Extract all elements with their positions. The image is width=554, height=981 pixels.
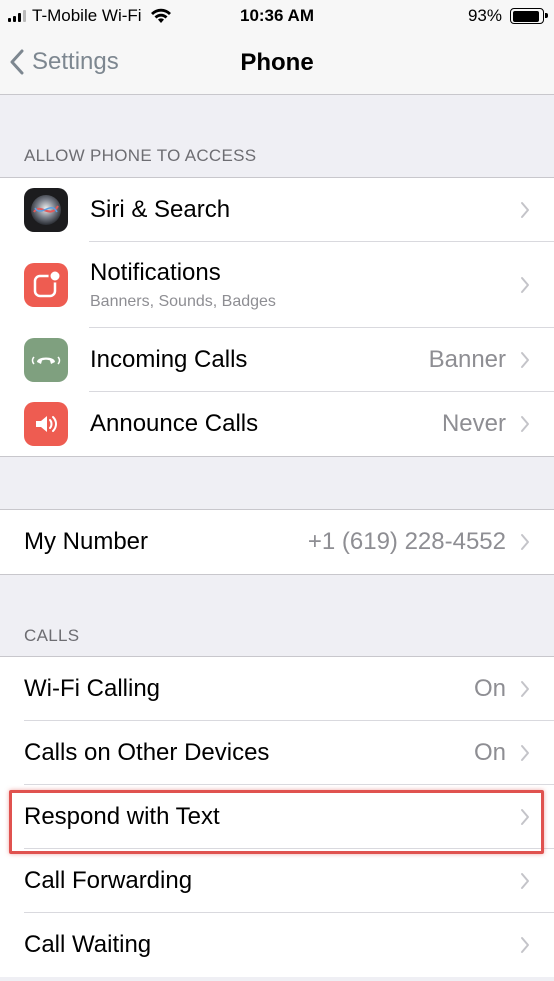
- row-announce-calls[interactable]: Announce Calls Never: [0, 392, 554, 456]
- row-label: Call Forwarding: [24, 867, 193, 894]
- chevron-right-icon: [520, 872, 530, 890]
- chevron-right-icon: [520, 533, 530, 551]
- highlight-box: [9, 790, 544, 854]
- row-calls-other-devices[interactable]: Calls on Other Devices On: [0, 721, 554, 785]
- access-group: Siri & Search Notifications Banners, Sou…: [0, 177, 554, 457]
- siri-icon: [24, 188, 68, 232]
- row-label: Incoming Calls: [90, 346, 248, 373]
- row-my-number[interactable]: My Number +1 (619) 228-4552: [0, 510, 554, 574]
- chevron-right-icon: [520, 201, 530, 219]
- row-subtitle: Banners, Sounds, Badges: [90, 293, 276, 310]
- phone-icon: [24, 338, 68, 382]
- row-notifications[interactable]: Notifications Banners, Sounds, Badges: [0, 242, 554, 328]
- notifications-icon: [24, 263, 68, 307]
- page-title: Phone: [240, 49, 314, 76]
- row-label: Notifications: [90, 259, 221, 286]
- row-call-waiting[interactable]: Call Waiting: [0, 913, 554, 977]
- row-value: +1 (619) 228-4552: [307, 528, 506, 555]
- row-label: Call Waiting: [24, 931, 152, 958]
- row-wifi-calling[interactable]: Wi-Fi Calling On: [0, 657, 554, 721]
- battery-percent: 93%: [467, 6, 502, 25]
- row-label: My Number: [24, 528, 149, 555]
- speaker-icon: [24, 402, 68, 446]
- my-number-group: My Number +1 (619) 228-4552: [0, 509, 554, 575]
- chevron-right-icon: [520, 415, 530, 433]
- row-siri-search[interactable]: Siri & Search: [0, 178, 554, 242]
- row-label: Wi-Fi Calling: [24, 675, 161, 702]
- chevron-right-icon: [520, 351, 530, 369]
- row-label: Siri & Search: [90, 196, 231, 223]
- row-value: On: [473, 675, 506, 702]
- section-header-calls: CALLS: [24, 626, 80, 645]
- row-value: On: [473, 739, 506, 766]
- battery-status: 93%: [467, 6, 548, 26]
- row-call-forwarding[interactable]: Call Forwarding: [0, 849, 554, 913]
- row-value: Never: [441, 410, 506, 437]
- row-label: Announce Calls: [90, 410, 259, 437]
- row-label: Calls on Other Devices: [24, 739, 270, 766]
- section-header-access: ALLOW PHONE TO ACCESS: [24, 146, 257, 165]
- battery-icon: [510, 8, 548, 24]
- chevron-right-icon: [520, 680, 530, 698]
- chevron-right-icon: [520, 936, 530, 954]
- navigation-bar: Settings Phone: [0, 34, 554, 95]
- chevron-right-icon: [520, 276, 530, 294]
- row-value: Banner: [428, 346, 506, 373]
- row-incoming-calls[interactable]: Incoming Calls Banner: [0, 328, 554, 392]
- chevron-right-icon: [520, 744, 530, 762]
- status-bar: T-Mobile Wi-Fi 10:36 AM 93%: [0, 0, 554, 34]
